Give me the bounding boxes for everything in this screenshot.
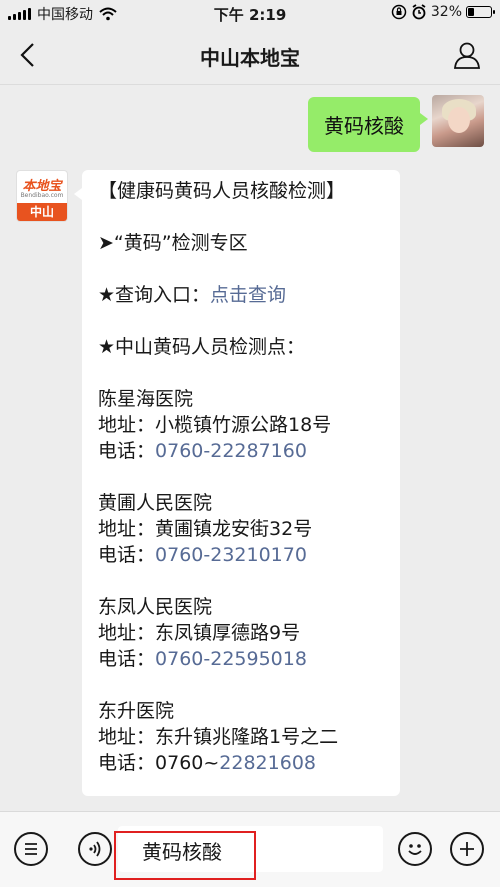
address-label: 地址： <box>98 726 156 748</box>
alarm-icon <box>412 4 426 20</box>
phone-label: 电话： <box>98 544 156 566</box>
nav-bar: 中山本地宝 <box>0 28 500 85</box>
phone-link[interactable]: 0760-23210170 <box>155 544 307 566</box>
user-avatar[interactable] <box>432 95 484 147</box>
hospital-name: 黄圃人民医院 <box>98 492 213 514</box>
query-link[interactable]: 点击查询 <box>210 284 286 306</box>
message-input[interactable]: 黄码核酸 <box>118 826 383 872</box>
received-message-row: 本地宝 Bendibao.com 中山 【健康码黄码人员核酸检测】 ➤“黄码”检… <box>16 170 400 796</box>
hospital-list: 陈星海医院 地址：小榄镇竹源公路18号 电话：0760-22287160 黄圃人民医院… <box>98 360 384 776</box>
reply-title: 【健康码黄码人员核酸检测】 <box>98 180 346 202</box>
reply-message-bubble: 【健康码黄码人员核酸检测】 ➤“黄码”检测专区 ★查询入口：点击查询 ★中山黄码… <box>74 170 400 796</box>
phone-link[interactable]: 0760-22595018 <box>155 648 307 670</box>
app-logo-city: 中山 <box>17 203 67 221</box>
hospital-name: 东升医院 <box>98 700 175 722</box>
sent-message-bubble[interactable]: 黄码核酸 <box>308 97 428 152</box>
phone-prefix: 0760~ <box>155 752 220 774</box>
hospital-phone: 电话：0760-22287160 <box>98 438 384 464</box>
hospital-address: 地址：黄圃镇龙安街32号 <box>98 516 384 542</box>
phone-label: 电话： <box>98 752 156 774</box>
hospital-name: 陈星海医院 <box>98 388 194 410</box>
hospital-address: 地址：小榄镇竹源公路18号 <box>98 412 384 438</box>
phone-link[interactable]: 22821608 <box>219 752 316 774</box>
address-label: 地址： <box>98 414 156 436</box>
hospital-phone: 电话：0760-22595018 <box>98 646 384 672</box>
hospital-phone: 电话：0760-23210170 <box>98 542 384 568</box>
address-value: 小榄镇竹源公路18号 <box>155 414 332 436</box>
voice-icon[interactable] <box>78 832 112 866</box>
query-label: ★查询入口： <box>98 284 211 306</box>
address-value: 东凤镇厚德路9号 <box>155 622 301 644</box>
hospital-address: 地址：东凤镇厚德路9号 <box>98 620 384 646</box>
address-value: 黄圃镇龙安街32号 <box>155 518 313 540</box>
address-label: 地址： <box>98 622 156 644</box>
reply-zone: ➤“黄码”检测专区 <box>98 232 248 254</box>
app-avatar[interactable]: 本地宝 Bendibao.com 中山 <box>16 170 68 222</box>
address-value: 东升镇兆隆路1号之二 <box>155 726 339 748</box>
plus-icon[interactable] <box>450 832 484 866</box>
hospital-name: 东凤人民医院 <box>98 596 213 618</box>
phone-link[interactable]: 0760-22287160 <box>155 440 307 462</box>
emoji-icon[interactable] <box>398 832 432 866</box>
phone-label: 电话： <box>98 440 156 462</box>
hospital-address: 地址：东升镇兆隆路1号之二 <box>98 724 384 750</box>
battery-icon <box>466 6 495 18</box>
phone-label: 电话： <box>98 648 156 670</box>
lock-rotation-icon <box>391 4 407 20</box>
sent-message-row: 黄码核酸 <box>308 95 484 152</box>
page-title: 中山本地宝 <box>200 46 300 70</box>
chat-area: 黄码核酸 本地宝 Bendibao.com 中山 【健康码黄码人员核酸检测】 ➤… <box>0 85 500 811</box>
battery-percent: 32% <box>430 4 462 20</box>
points-title: ★中山黄码人员检测点： <box>98 336 306 358</box>
user-profile-icon[interactable] <box>452 40 482 70</box>
query-entry: ★查询入口：点击查询 <box>98 282 384 308</box>
hospital-phone: 电话：0760~22821608 <box>98 750 384 776</box>
address-label: 地址： <box>98 518 156 540</box>
app-logo-subtext: Bendibao.com <box>20 192 64 199</box>
menu-list-icon[interactable] <box>14 832 48 866</box>
status-bar: 中国移动 下午 2:19 32% <box>0 0 500 28</box>
input-bar: 黄码核酸 <box>0 811 500 887</box>
